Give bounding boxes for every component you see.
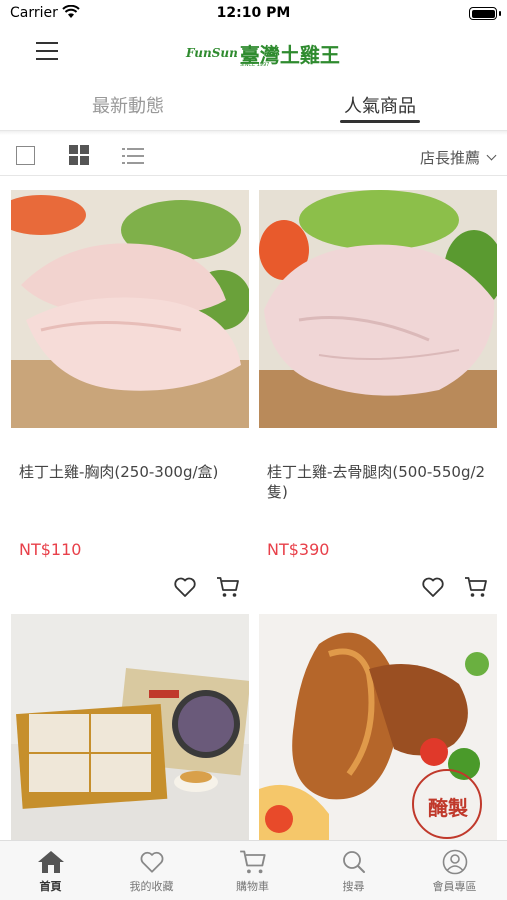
nav-favorites[interactable]: 我的收藏: [101, 849, 202, 894]
cart-icon: [239, 849, 267, 875]
product-image-gift-box[interactable]: [11, 614, 249, 840]
product-image-marinated-drumsticks[interactable]: 醃製: [259, 614, 497, 840]
battery-tip: [499, 11, 501, 16]
product-card[interactable]: 醃製: [259, 614, 497, 840]
product-name[interactable]: 桂丁土雞-胸肉(250-300g/盒): [19, 462, 244, 482]
product-price: NT$110: [19, 540, 81, 559]
nav-member[interactable]: 會員專區: [404, 849, 505, 894]
nav-search-label: 搜尋: [303, 878, 404, 894]
nav-home-label: 首頁: [0, 878, 101, 894]
product-image-chicken-breast[interactable]: [11, 190, 249, 428]
app-header: FunSun 臺灣土雞王 SINCE 1997: [0, 28, 507, 78]
clock: 12:10 PM: [0, 5, 507, 21]
sort-label: 店長推薦: [420, 147, 480, 168]
brand-logo[interactable]: FunSun 臺灣土雞王 SINCE 1997: [186, 38, 340, 68]
nav-favorites-label: 我的收藏: [101, 878, 202, 894]
product-toolbar: 店長推薦: [0, 136, 507, 176]
search-icon: [340, 849, 368, 875]
logo-since: SINCE 1997: [240, 62, 269, 68]
tab-latest-news[interactable]: 最新動態: [48, 92, 208, 118]
marinated-badge: 醃製: [420, 792, 476, 821]
user-icon: [441, 849, 469, 875]
cart-icon[interactable]: [216, 576, 240, 598]
list-view-icon[interactable]: [122, 147, 144, 165]
battery-icon: [469, 7, 497, 20]
heart-icon[interactable]: [173, 575, 197, 599]
nav-member-label: 會員專區: [404, 878, 505, 894]
product-grid: 桂丁土雞-胸肉(250-300g/盒) NT$110 桂丁土雞-去骨腿肉(500…: [0, 178, 507, 840]
nav-search[interactable]: 搜尋: [303, 849, 404, 894]
active-tab-indicator: [340, 120, 420, 123]
cart-icon[interactable]: [464, 576, 488, 598]
nav-home[interactable]: 首頁: [0, 849, 101, 894]
product-name[interactable]: 桂丁土雞-去骨腿肉(500-550g/2隻): [267, 462, 492, 502]
product-card[interactable]: 桂丁土雞-去骨腿肉(500-550g/2隻) NT$390: [259, 190, 497, 428]
hamburger-menu-icon[interactable]: [36, 42, 58, 60]
grid-view-icon[interactable]: [69, 145, 89, 165]
nav-cart-label: 購物車: [202, 878, 303, 894]
logo-mark: FunSun: [186, 46, 238, 60]
nav-cart[interactable]: 購物車: [202, 849, 303, 894]
product-card[interactable]: [11, 614, 249, 840]
heart-icon: [138, 849, 166, 875]
tab-bar: 最新動態 人氣商品: [0, 88, 507, 128]
sort-dropdown[interactable]: 店長推薦: [420, 147, 495, 168]
status-bar: Carrier 12:10 PM: [0, 0, 507, 28]
divider-shadow: [0, 131, 507, 135]
tab-popular-products[interactable]: 人氣商品: [300, 92, 460, 118]
product-image-chicken-thigh[interactable]: [259, 190, 497, 428]
bottom-tab-bar: 首頁 我的收藏 購物車 搜尋 會員專區: [0, 840, 507, 900]
heart-icon[interactable]: [421, 575, 445, 599]
product-card[interactable]: 桂丁土雞-胸肉(250-300g/盒) NT$110: [11, 190, 249, 428]
chevron-down-icon: [487, 151, 497, 161]
home-icon: [37, 849, 65, 875]
single-view-icon[interactable]: [16, 146, 35, 165]
product-price: NT$390: [267, 540, 329, 559]
